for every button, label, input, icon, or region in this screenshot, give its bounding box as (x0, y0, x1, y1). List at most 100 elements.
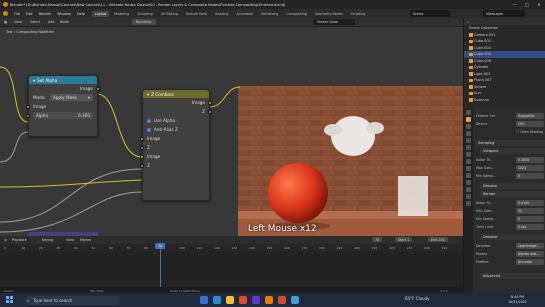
collapse-chevron-icon[interactable]: ▾ (33, 78, 35, 83)
input-image-2-socket[interactable] (140, 154, 144, 159)
outliner-item[interactable]: Suzanne (464, 97, 545, 104)
properties-tab-icon[interactable] (466, 138, 471, 143)
properties-panel[interactable]: Feature Set Supported Device CPU ☐ Open … (463, 108, 545, 293)
render-noise-threshold-field[interactable]: 0.0100 (516, 200, 544, 206)
tab-texture-paint[interactable]: Texture Paint (183, 11, 210, 17)
properties-tab-icon[interactable] (466, 145, 471, 150)
set-alpha-image-socket[interactable] (26, 104, 30, 109)
checkmark-icon[interactable]: ✓ (147, 127, 151, 132)
close-button[interactable]: ✕ (533, 0, 545, 9)
taskbar-search[interactable]: ⌕ Type here to search (25, 295, 120, 305)
timeline-panel[interactable]: ◷ Playback Keying View Marker 70 Start 1… (0, 236, 463, 293)
set-alpha-output-socket[interactable] (96, 86, 100, 91)
maximize-button[interactable]: □ (521, 0, 533, 9)
denoise-render-subsection[interactable]: Denoise (480, 234, 545, 240)
properties-tab-icon[interactable] (466, 173, 471, 178)
render-min-samples-field[interactable]: 0 (516, 216, 544, 222)
properties-tabs[interactable] (464, 108, 473, 293)
node-menu-select[interactable]: Select (30, 20, 40, 24)
render-max-samples-field[interactable]: 32 (516, 208, 544, 214)
file-explorer-icon[interactable] (226, 296, 234, 304)
view-layer-selector[interactable]: ViewLayer (483, 10, 525, 17)
max-samples-field[interactable]: 1024 (516, 165, 544, 171)
timeline-menu-playback[interactable]: Playback (12, 238, 27, 242)
z-combine-header[interactable]: ▾ Z Combine (143, 90, 209, 98)
device-dropdown[interactable]: CPU (516, 121, 544, 127)
z-combine-node[interactable]: ▾ Z Combine Image Z ✓ Use Alpha ✓ Anti-A… (140, 89, 212, 201)
node-menu-node[interactable]: Node (60, 20, 69, 24)
properties-tab-icon[interactable] (466, 180, 471, 185)
timeline-menu-keying[interactable]: Keying (42, 238, 53, 242)
minimize-button[interactable]: — (509, 0, 521, 9)
recorder-icon[interactable] (278, 296, 286, 304)
checkmark-icon[interactable]: ✓ (147, 118, 151, 123)
input-z-2-socket[interactable] (140, 163, 144, 168)
chrome-icon[interactable] (239, 296, 247, 304)
node-editor-canvas[interactable]: Test › Compositing Nodetree Left Mouse x… (0, 27, 463, 236)
blender-taskbar-icon[interactable] (265, 296, 273, 304)
input-z-1-socket[interactable] (140, 145, 144, 150)
collapse-chevron-icon[interactable]: ▾ (147, 92, 149, 97)
z-combine-image-output-socket[interactable] (208, 100, 212, 105)
set-alpha-header[interactable]: ▾ Set Alpha (29, 76, 97, 84)
menu-help[interactable]: Help (77, 12, 85, 16)
menu-edit[interactable]: Edit (26, 12, 33, 16)
app2-icon[interactable] (291, 296, 299, 304)
sampling-section[interactable]: Sampling (475, 140, 545, 146)
use-alpha-row[interactable]: ✓ Use Alpha (143, 116, 209, 125)
viewer-node-field[interactable]: Viewer Node (313, 19, 355, 25)
scene-selector[interactable]: Scene (410, 10, 450, 17)
tab-animation[interactable]: Animation (234, 11, 257, 17)
anti-alias-row[interactable]: ✓ Anti-Alias Z (143, 125, 209, 134)
properties-tab-icon[interactable] (466, 166, 471, 171)
timeline-editor-icon[interactable]: ◷ (4, 238, 7, 242)
node-menu-add[interactable]: Add (48, 20, 54, 24)
tab-modeling[interactable]: Modeling (111, 11, 132, 17)
end-frame-field[interactable]: End 250 (428, 237, 448, 242)
tab-shading[interactable]: Shading (212, 11, 231, 17)
feature-set-dropdown[interactable]: Supported (516, 113, 544, 119)
windows-start-icon[interactable] (6, 296, 13, 303)
input-image-1-socket[interactable] (140, 136, 144, 141)
properties-tab-icon[interactable] (466, 152, 471, 157)
min-samples-field[interactable]: 0 (516, 173, 544, 179)
system-clock[interactable]: 8:44 PM 10/31/2022 (508, 295, 527, 305)
alpha-slider[interactable]: Alpha 0.300 (33, 112, 93, 119)
tab-rendering[interactable]: Rendering (258, 11, 281, 17)
timeline-menu-marker[interactable]: Marker (80, 238, 91, 242)
search-icon[interactable]: ⌕ (467, 20, 469, 24)
outliner-panel[interactable]: ⌕ Scene Collection Camera.001 Cube.002 Cub… (463, 18, 545, 108)
render-subsection[interactable]: Render (480, 191, 545, 197)
tab-compositing[interactable]: Compositing (283, 11, 310, 17)
prefilter-dropdown[interactable]: Accurate (516, 259, 544, 265)
app-icon[interactable] (252, 296, 260, 304)
properties-tab-icon[interactable] (466, 159, 471, 164)
weather-widget[interactable]: 64°F Cloudy (405, 296, 429, 301)
node-menu-view[interactable]: View (14, 20, 22, 24)
task-view-icon[interactable] (200, 296, 208, 304)
advanced-subsection[interactable]: Advanced (480, 273, 545, 279)
properties-tab-icon[interactable] (466, 117, 471, 122)
tab-geometry-nodes[interactable]: Geometry Nodes (312, 11, 346, 17)
properties-tab-icon[interactable] (466, 201, 471, 206)
blender-menu-icon[interactable] (3, 11, 8, 16)
open-shading-checkbox[interactable]: ☐ Open Shading (516, 130, 543, 134)
properties-tab-icon[interactable] (466, 131, 471, 136)
properties-tab-icon[interactable] (466, 124, 471, 129)
tab-sculpting[interactable]: Sculpting (134, 11, 155, 17)
playhead[interactable]: 70 (155, 243, 165, 249)
denoiser-dropdown[interactable]: OpenImage... (516, 243, 544, 249)
viewport-subsection[interactable]: Viewport (480, 148, 545, 154)
set-alpha-node[interactable]: ▾ Set Alpha Image Mode: Apply Mask ▾ Ima… (26, 75, 100, 137)
backdrop-toggle[interactable]: Backdrop (132, 19, 156, 25)
noise-threshold-field[interactable]: 0.1000 (516, 157, 544, 163)
timeline-ruler[interactable]: 0102030405060708090100110120130140150160… (0, 244, 463, 251)
tab-uv-editing[interactable]: UV Editing (158, 11, 181, 17)
denoise-subsection[interactable]: Denoise (480, 183, 545, 189)
edge-icon[interactable] (213, 296, 221, 304)
time-limit-field[interactable]: 0 sec (516, 224, 544, 230)
properties-tab-icon[interactable] (466, 187, 471, 192)
z-combine-z-output-socket[interactable] (208, 109, 212, 114)
timeline-menu-view[interactable]: View (66, 238, 74, 242)
set-alpha-alpha-socket[interactable] (26, 113, 30, 118)
